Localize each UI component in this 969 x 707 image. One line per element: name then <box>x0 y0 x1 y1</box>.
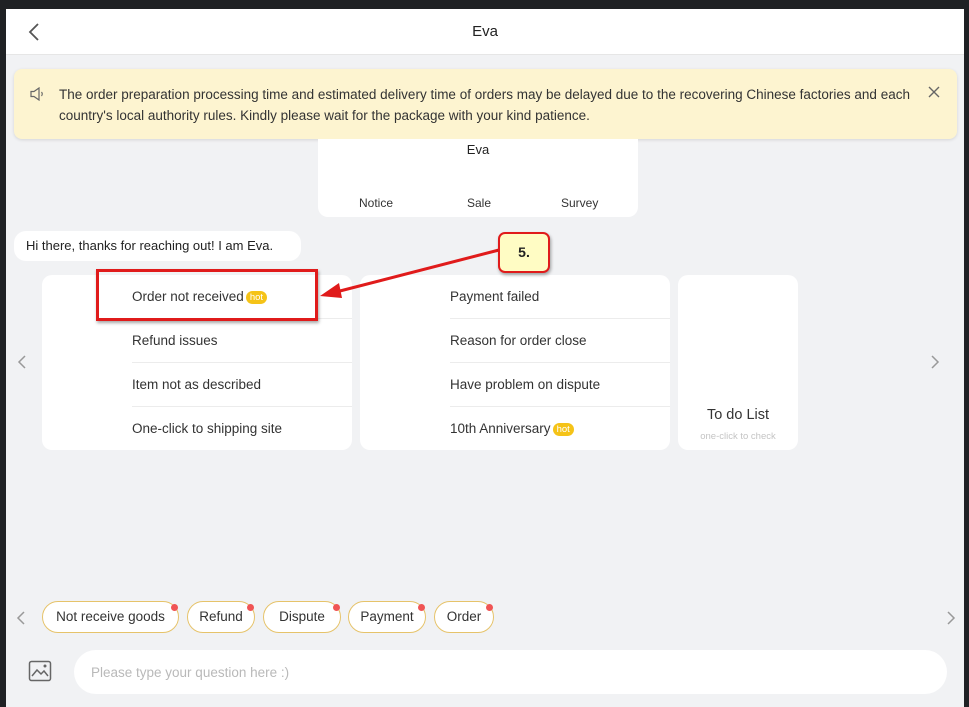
agent-name: Eva <box>466 142 490 157</box>
notification-dot <box>333 604 340 611</box>
chip-refund[interactable]: Refund <box>187 601 255 633</box>
faq-item-refund-issues[interactable]: Refund issues <box>132 319 352 363</box>
message-input[interactable] <box>74 650 947 694</box>
chat-window: Eva The order preparation processing tim… <box>6 9 964 707</box>
notification-dot <box>171 604 178 611</box>
faq-item-order-close[interactable]: Reason for order close <box>450 319 670 363</box>
tab-notice[interactable]: Notice <box>359 196 393 210</box>
faq-item-label: One-click to shipping site <box>132 421 283 436</box>
notification-dot <box>247 604 254 611</box>
carousel-prev-icon[interactable] <box>15 353 29 371</box>
chip-not-receive-goods[interactable]: Not receive goods <box>42 601 179 633</box>
faq-item-label: Have problem on dispute <box>450 377 601 392</box>
chips-prev-icon[interactable] <box>14 609 28 627</box>
faq-item-label: Refund issues <box>132 333 218 348</box>
image-upload-icon[interactable] <box>28 660 52 682</box>
faq-item-label: Reason for order close <box>450 333 587 348</box>
chip-dispute[interactable]: Dispute <box>263 601 341 633</box>
todo-subtitle: one-click to check <box>700 431 776 442</box>
chip-payment[interactable]: Payment <box>348 601 426 633</box>
notification-dot <box>486 604 493 611</box>
chip-label: Not receive goods <box>56 609 165 624</box>
faq-item-label: 10th Anniversary <box>450 421 551 436</box>
tab-survey[interactable]: Survey <box>561 196 598 210</box>
todo-list-card[interactable]: To do List one-click to check <box>678 275 798 450</box>
tab-sale[interactable]: Sale <box>467 196 491 210</box>
page-title: Eva <box>472 23 498 40</box>
annotation-callout: 5. <box>498 232 550 273</box>
highlight-box <box>96 269 318 321</box>
notification-dot <box>418 604 425 611</box>
chip-order[interactable]: Order <box>434 601 494 633</box>
chips-next-icon[interactable] <box>944 609 958 627</box>
carousel-next-icon[interactable] <box>928 353 942 371</box>
notice-text: The order preparation processing time an… <box>59 87 910 123</box>
faq-item-label: Item not as described <box>132 377 262 392</box>
chip-label: Payment <box>360 609 414 624</box>
faq-item-anniversary[interactable]: 10th Anniversary hot <box>450 407 670 451</box>
faq-card-2: Payment failed Reason for order close Ha… <box>360 275 670 450</box>
speaker-icon <box>30 87 43 101</box>
chip-label: Refund <box>199 609 243 624</box>
faq-item-dispute-problem[interactable]: Have problem on dispute <box>450 363 670 407</box>
hot-badge: hot <box>552 423 574 436</box>
header: Eva <box>6 9 964 55</box>
chip-label: Order <box>446 609 482 624</box>
annotation-arrow <box>320 248 500 298</box>
notice-banner: The order preparation processing time an… <box>14 69 957 139</box>
close-icon[interactable] <box>927 85 941 99</box>
agent-profile-card: Eva Notice Sale Survey <box>318 139 638 217</box>
todo-title: To do List <box>706 407 770 423</box>
greeting-message: Hi there, thanks for reaching out! I am … <box>14 231 301 261</box>
chip-label: Dispute <box>279 609 325 624</box>
faq-item-shipping-site[interactable]: One-click to shipping site <box>132 407 352 451</box>
faq-item-not-as-described[interactable]: Item not as described <box>132 363 352 407</box>
